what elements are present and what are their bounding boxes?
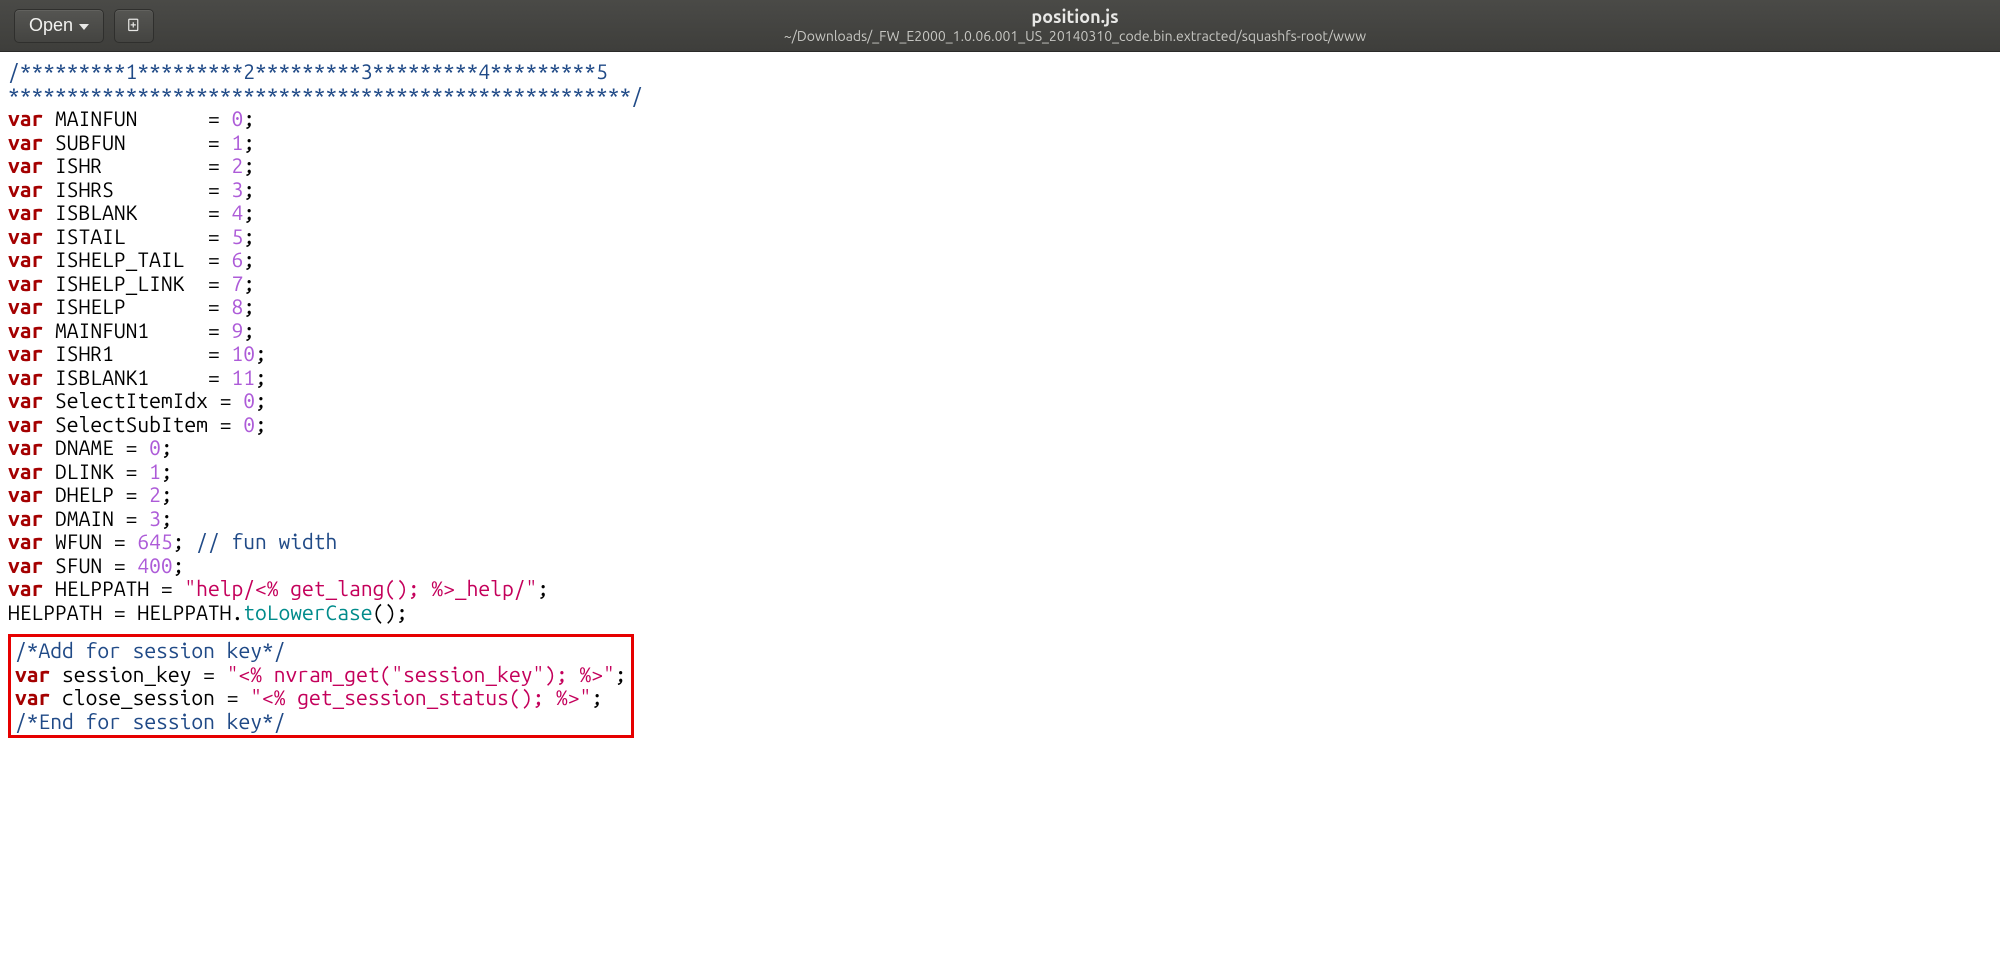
number: 0 <box>149 435 161 459</box>
keyword: var <box>8 365 43 389</box>
window-title: position.js <box>164 7 1986 28</box>
number: 11 <box>231 365 255 389</box>
keyword: var <box>8 341 43 365</box>
identifier: close_session <box>62 685 215 709</box>
keyword: var <box>8 247 43 271</box>
keyword: var <box>8 553 43 577</box>
identifier: SFUN <box>55 553 102 577</box>
number: 645 <box>137 529 172 553</box>
keyword: var <box>8 177 43 201</box>
identifier: ISHELP <box>55 294 126 318</box>
editor-window: Open position.js ~/Downloads/_FW_E2000_1… <box>0 0 2000 958</box>
identifier: MAINFUN1 <box>55 318 149 342</box>
keyword: var <box>8 482 43 506</box>
keyword: var <box>8 318 43 342</box>
new-tab-button[interactable] <box>114 9 154 43</box>
identifier: ISHELP_LINK <box>55 271 184 295</box>
keyword: var <box>8 576 43 600</box>
function: toLowerCase <box>243 600 372 624</box>
new-document-icon <box>125 17 143 35</box>
identifier: ISHELP_TAIL <box>55 247 184 271</box>
identifier: ISTAIL <box>55 224 126 248</box>
string: "help/<% get_lang(); %>_help/" <box>184 576 537 600</box>
identifier: ISBLANK <box>55 200 137 224</box>
keyword: var <box>8 459 43 483</box>
comment: /*End for session key*/ <box>15 709 285 733</box>
keyword: var <box>8 294 43 318</box>
number: 6 <box>231 247 243 271</box>
number: 1 <box>231 130 243 154</box>
keyword: var <box>8 412 43 436</box>
identifier: ISHRS <box>55 177 114 201</box>
identifier: HELPPATH <box>55 576 149 600</box>
string: "<% nvram_get("session_key"); %>" <box>227 662 615 686</box>
identifier: SUBFUN <box>55 130 126 154</box>
identifier: ISHR <box>55 153 102 177</box>
title-block: position.js ~/Downloads/_FW_E2000_1.0.06… <box>164 7 1986 44</box>
number: 400 <box>137 553 172 577</box>
keyword: var <box>8 435 43 459</box>
identifier: WFUN <box>55 529 102 553</box>
keyword: var <box>8 153 43 177</box>
keyword: var <box>8 130 43 154</box>
comment: /*********1*********2*********3*********… <box>8 59 608 83</box>
number: 2 <box>231 153 243 177</box>
keyword: var <box>8 388 43 412</box>
number: 7 <box>231 271 243 295</box>
identifier: DHELP <box>55 482 114 506</box>
number: 0 <box>231 106 243 130</box>
keyword: var <box>8 224 43 248</box>
titlebar: Open position.js ~/Downloads/_FW_E2000_1… <box>0 0 2000 52</box>
window-subtitle: ~/Downloads/_FW_E2000_1.0.06.001_US_2014… <box>164 28 1986 44</box>
number: 9 <box>231 318 243 342</box>
string: "<% get_session_status(); %>" <box>250 685 591 709</box>
identifier: session_key <box>62 662 191 686</box>
keyword: var <box>8 506 43 530</box>
identifier: SelectSubItem <box>55 412 208 436</box>
identifier: ISBLANK1 <box>55 365 149 389</box>
number: 5 <box>231 224 243 248</box>
number: 10 <box>231 341 255 365</box>
number: 8 <box>231 294 243 318</box>
identifier: DNAME <box>55 435 114 459</box>
comment: // fun width <box>184 529 337 553</box>
number: 1 <box>149 459 161 483</box>
keyword: var <box>15 662 50 686</box>
session-key-highlight: /*Add for session key*/ var session_key … <box>8 634 634 738</box>
number: 2 <box>149 482 161 506</box>
identifier: DLINK <box>55 459 114 483</box>
keyword: var <box>8 271 43 295</box>
identifier: SelectItemIdx <box>55 388 208 412</box>
number: 3 <box>149 506 161 530</box>
number: 0 <box>243 412 255 436</box>
number: 4 <box>231 200 243 224</box>
open-button-label: Open <box>29 15 73 36</box>
number: 3 <box>231 177 243 201</box>
keyword: var <box>8 106 43 130</box>
keyword: var <box>8 200 43 224</box>
comment: ****************************************… <box>8 83 643 107</box>
number: 0 <box>243 388 255 412</box>
comment: /*Add for session key*/ <box>15 638 285 662</box>
open-button[interactable]: Open <box>14 9 104 43</box>
identifier: ISHR1 <box>55 341 114 365</box>
keyword: var <box>15 685 50 709</box>
chevron-down-icon <box>79 24 89 30</box>
identifier: DMAIN <box>55 506 114 530</box>
identifier: MAINFUN <box>55 106 137 130</box>
keyword: var <box>8 529 43 553</box>
identifier: HELPPATH = HELPPATH. <box>8 600 243 624</box>
code-editor[interactable]: /*********1*********2*********3*********… <box>0 52 2000 958</box>
